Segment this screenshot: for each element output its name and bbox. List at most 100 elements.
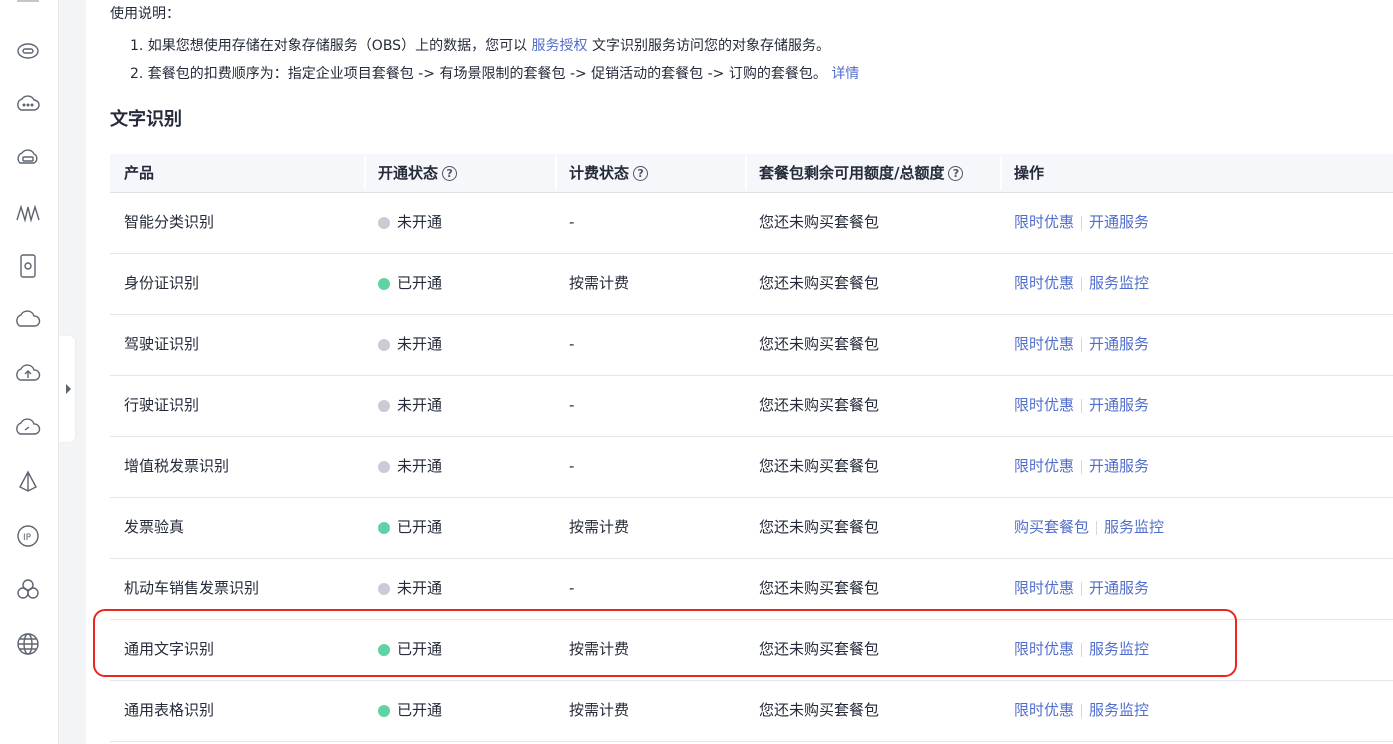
table-row: 智能分类识别 未开通 - 您还未购买套餐包 限时优惠 开通服务 <box>110 193 1393 254</box>
billing-cell: - <box>569 213 575 231</box>
op-link-secondary[interactable]: 服务监控 <box>1089 620 1149 679</box>
table-body: 智能分类识别 未开通 - 您还未购买套餐包 限时优惠 开通服务 身份证识别 已开通 按需计费 您还… <box>110 193 1393 742</box>
status-dot <box>378 643 390 656</box>
network-icon[interactable] <box>14 468 42 496</box>
column-header-quota: 套餐包剩余可用额度/总额度? <box>745 154 1000 192</box>
product-name: 机动车销售发票识别 <box>124 579 260 597</box>
storage-icon[interactable] <box>14 145 42 173</box>
sidebar-expand-handle[interactable] <box>59 336 75 442</box>
status-cell: 未开通 <box>364 315 555 374</box>
status-cell: 未开通 <box>364 437 555 496</box>
cloud-icon[interactable] <box>14 306 42 334</box>
billing-cell: 按需计费 <box>569 640 630 658</box>
cluster-icon[interactable] <box>14 576 42 604</box>
table-row: 驾驶证识别 未开通 - 您还未购买套餐包 限时优惠 开通服务 <box>110 315 1393 376</box>
usage-notes: 使用说明： 1. 如果您想使用存储在对象存储服务（OBS）上的数据，您可以 服务… <box>110 4 859 82</box>
status-dot <box>378 704 390 717</box>
status-text: 已开通 <box>397 518 443 536</box>
status-cell: 已开通 <box>364 681 555 740</box>
status-cell: 已开通 <box>364 254 555 313</box>
op-divider <box>1081 276 1083 291</box>
product-name: 通用表格识别 <box>124 701 215 719</box>
left-icon-rail: IP <box>0 0 59 744</box>
status-text: 未开通 <box>397 396 443 414</box>
cloud-chat-icon[interactable] <box>14 91 42 119</box>
billing-cell: - <box>569 579 575 597</box>
status-text: 未开通 <box>397 457 443 475</box>
service-authorization-link[interactable]: 服务授权 <box>532 38 588 54</box>
op-link-secondary[interactable]: 开通服务 <box>1089 437 1149 496</box>
op-link-secondary[interactable]: 服务监控 <box>1089 254 1149 313</box>
op-link-primary[interactable]: 限时优惠 <box>1014 376 1074 435</box>
quota-cell: 您还未购买套餐包 <box>759 579 880 597</box>
billing-cell: 按需计费 <box>569 274 630 292</box>
device-icon[interactable] <box>14 252 42 280</box>
status-text: 未开通 <box>397 335 443 353</box>
op-link-primary[interactable]: 限时优惠 <box>1014 315 1074 374</box>
op-link-primary[interactable]: 限时优惠 <box>1014 193 1074 252</box>
usage-note-1: 1. 如果您想使用存储在对象存储服务（OBS）上的数据，您可以 服务授权 文字识… <box>130 38 830 54</box>
quota-cell: 您还未购买套餐包 <box>759 335 880 353</box>
product-name: 行驶证识别 <box>124 396 200 414</box>
ip-icon[interactable]: IP <box>14 522 42 550</box>
waveform-icon[interactable] <box>14 199 42 227</box>
op-divider <box>1081 337 1083 352</box>
op-link-primary[interactable]: 限时优惠 <box>1014 681 1074 740</box>
status-cell: 未开通 <box>364 559 555 618</box>
op-link-secondary[interactable]: 开通服务 <box>1089 559 1149 618</box>
billing-cell: 按需计费 <box>569 518 630 536</box>
column-header-billing: 计费状态? <box>555 154 745 192</box>
details-link[interactable]: 详情 <box>831 66 859 82</box>
quota-cell: 您还未购买套餐包 <box>759 213 880 231</box>
op-divider <box>1081 642 1083 657</box>
op-link-primary[interactable]: 限时优惠 <box>1014 620 1074 679</box>
status-cell: 已开通 <box>364 498 555 557</box>
status-cell: 未开通 <box>364 376 555 435</box>
table-row: 发票验真 已开通 按需计费 您还未购买套餐包 购买套餐包 服务监控 <box>110 498 1393 559</box>
product-name: 身份证识别 <box>124 274 200 292</box>
product-name: 驾驶证识别 <box>124 335 200 353</box>
help-icon[interactable]: ? <box>948 165 964 181</box>
billing-cell: - <box>569 396 575 414</box>
globe-icon[interactable] <box>14 630 42 658</box>
ops-cell: 限时优惠 开通服务 <box>1000 437 1393 496</box>
op-link-secondary[interactable]: 服务监控 <box>1104 498 1164 557</box>
op-link-primary[interactable]: 限时优惠 <box>1014 559 1074 618</box>
op-link-primary[interactable]: 限时优惠 <box>1014 437 1074 496</box>
usage-note-2: 2. 套餐包的扣费顺序为：指定企业项目套餐包 -> 有场景限制的套餐包 -> 促… <box>130 66 860 82</box>
op-link-secondary[interactable]: 开通服务 <box>1089 193 1149 252</box>
op-link-secondary[interactable]: 开通服务 <box>1089 315 1149 374</box>
product-name: 通用文字识别 <box>124 640 215 658</box>
ops-cell: 限时优惠 服务监控 <box>1000 254 1393 313</box>
product-name: 智能分类识别 <box>124 213 215 231</box>
obs-icon[interactable] <box>14 37 42 65</box>
op-link-primary[interactable]: 购买套餐包 <box>1014 498 1089 557</box>
billing-cell: - <box>569 457 575 475</box>
status-dot <box>378 277 390 290</box>
table-row: 身份证识别 已开通 按需计费 您还未购买套餐包 限时优惠 服务监控 <box>110 254 1393 315</box>
quota-cell: 您还未购买套餐包 <box>759 396 880 414</box>
op-divider <box>1081 459 1083 474</box>
ops-cell: 购买套餐包 服务监控 <box>1000 498 1393 557</box>
cloud-refresh-icon[interactable] <box>14 414 42 442</box>
help-icon[interactable]: ? <box>442 165 458 181</box>
status-dot <box>378 216 390 229</box>
op-link-secondary[interactable]: 开通服务 <box>1089 376 1149 435</box>
quota-cell: 您还未购买套餐包 <box>759 518 880 536</box>
op-divider <box>1081 703 1083 718</box>
status-dot <box>378 460 390 473</box>
quota-cell: 您还未购买套餐包 <box>759 701 880 719</box>
status-dot <box>378 582 390 595</box>
ops-cell: 限时优惠 开通服务 <box>1000 376 1393 435</box>
status-text: 已开通 <box>397 701 443 719</box>
column-header-ops: 操作 <box>1000 154 1393 192</box>
op-link-secondary[interactable]: 服务监控 <box>1089 681 1149 740</box>
status-dot <box>378 399 390 412</box>
billing-cell: - <box>569 335 575 353</box>
cloud-upload-icon[interactable] <box>14 360 42 388</box>
op-link-primary[interactable]: 限时优惠 <box>1014 254 1074 313</box>
op-divider <box>1081 581 1083 596</box>
quota-cell: 您还未购买套餐包 <box>759 274 880 292</box>
table-header: 产品 开通状态? 计费状态? 套餐包剩余可用额度/总额度? 操作 <box>110 154 1393 193</box>
help-icon[interactable]: ? <box>633 165 649 181</box>
